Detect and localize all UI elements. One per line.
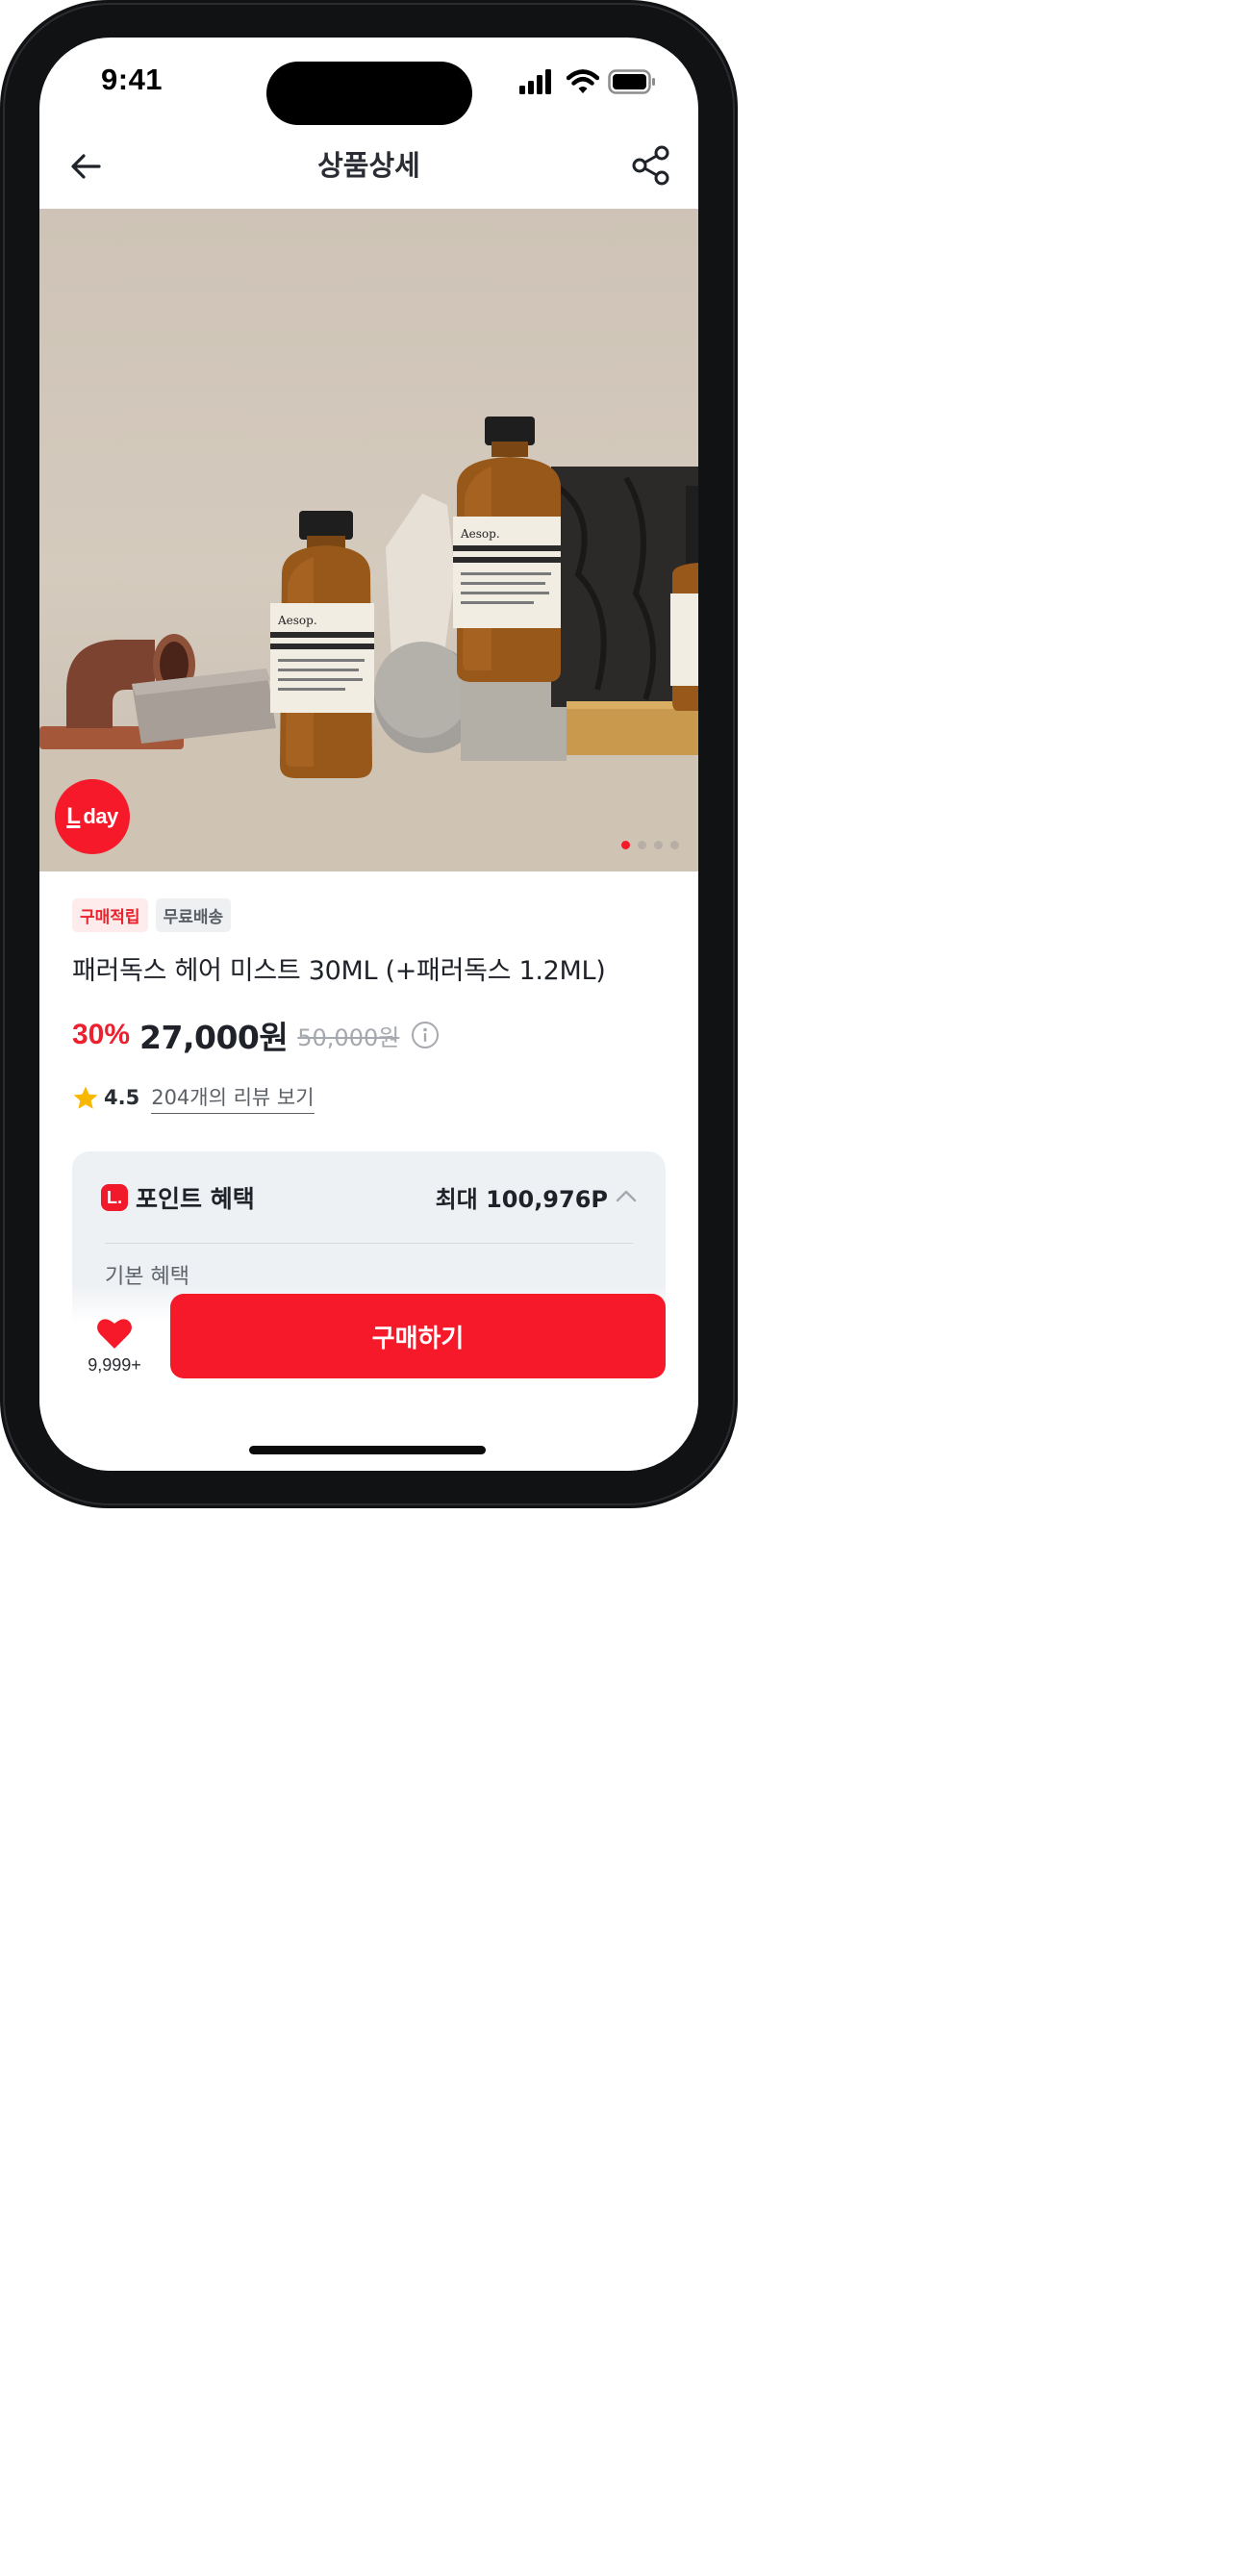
status-icons — [519, 69, 656, 94]
sale-price: 27,000원 — [139, 1019, 289, 1056]
pager-dot-1[interactable] — [621, 841, 630, 849]
phone-frame: 9:41 상품상세 Aesop. Aesop. L day 구매적립 무료배송 … — [0, 0, 738, 1508]
product-name: 패러독스 헤어 미스트 30ML (+패러독스 1.2ML) — [72, 956, 606, 986]
svg-text:Aesop.: Aesop. — [277, 614, 317, 627]
price-row: 30% 27,000원 50,000원 — [72, 1014, 668, 1056]
app-bar: 상품상세 — [39, 130, 698, 209]
product-image-carousel[interactable]: Aesop. Aesop. L day — [39, 209, 698, 871]
product-badges: 구매적립 무료배송 — [72, 898, 668, 932]
home-indicator — [249, 1446, 486, 1454]
info-icon[interactable] — [411, 1021, 440, 1049]
discount-rate: 30% — [72, 1019, 131, 1050]
rating-value: 4.5 — [104, 1086, 140, 1109]
rating-row: 4.5 204개의 리뷰 보기 — [72, 1082, 668, 1114]
pager-dot-4[interactable] — [670, 841, 679, 849]
lday-badge-prefix: L — [66, 803, 81, 829]
star-icon — [73, 1086, 98, 1109]
svg-text:Aesop.: Aesop. — [460, 527, 500, 541]
buy-button[interactable]: 구매하기 — [170, 1294, 666, 1378]
battery-icon — [608, 69, 655, 94]
benefit-max-points: 최대 100,976P — [435, 1186, 608, 1213]
product-photo: Aesop. Aesop. — [39, 417, 698, 871]
status-time: 9:41 — [101, 63, 164, 96]
heart-icon — [97, 1319, 132, 1349]
bottom-purchase-bar: 9,999+ 구매하기 — [39, 1284, 698, 1471]
pager-dot-3[interactable] — [654, 841, 663, 849]
signal-icon — [519, 69, 551, 94]
dynamic-island — [266, 62, 472, 125]
lpoint-icon: L. — [101, 1184, 128, 1211]
share-button[interactable] — [627, 141, 675, 189]
benefit-divider — [105, 1243, 633, 1244]
product-info: 구매적립 무료배송 패러독스 헤어 미스트 30ML (+패러독스 1.2ML)… — [72, 898, 668, 1114]
lday-badge-text: day — [83, 804, 118, 828]
chevron-up-icon — [616, 1190, 637, 1202]
wifi-icon — [567, 69, 599, 93]
wish-count: 9,999+ — [88, 1355, 141, 1375]
point-benefit-toggle[interactable]: L. 포인트 혜택 최대 100,976P — [101, 1180, 637, 1215]
benefit-title: 포인트 혜택 — [136, 1185, 255, 1213]
original-price: 50,000원 — [297, 1023, 400, 1051]
review-link[interactable]: 204개의 리뷰 보기 — [151, 1082, 315, 1114]
page-title: 상품상세 — [317, 149, 420, 182]
badge-purchase-reward: 구매적립 — [72, 898, 148, 932]
screen: 9:41 상품상세 Aesop. Aesop. L day 구매적립 무료배송 … — [39, 38, 698, 1471]
carousel-pager — [621, 841, 679, 849]
wish-button[interactable]: 9,999+ — [76, 1307, 153, 1384]
pager-dot-2[interactable] — [638, 841, 646, 849]
status-bar: 9:41 — [39, 38, 698, 130]
badge-free-shipping: 무료배송 — [155, 898, 232, 932]
lday-badge: L day — [55, 779, 130, 854]
share-icon — [632, 145, 669, 186]
